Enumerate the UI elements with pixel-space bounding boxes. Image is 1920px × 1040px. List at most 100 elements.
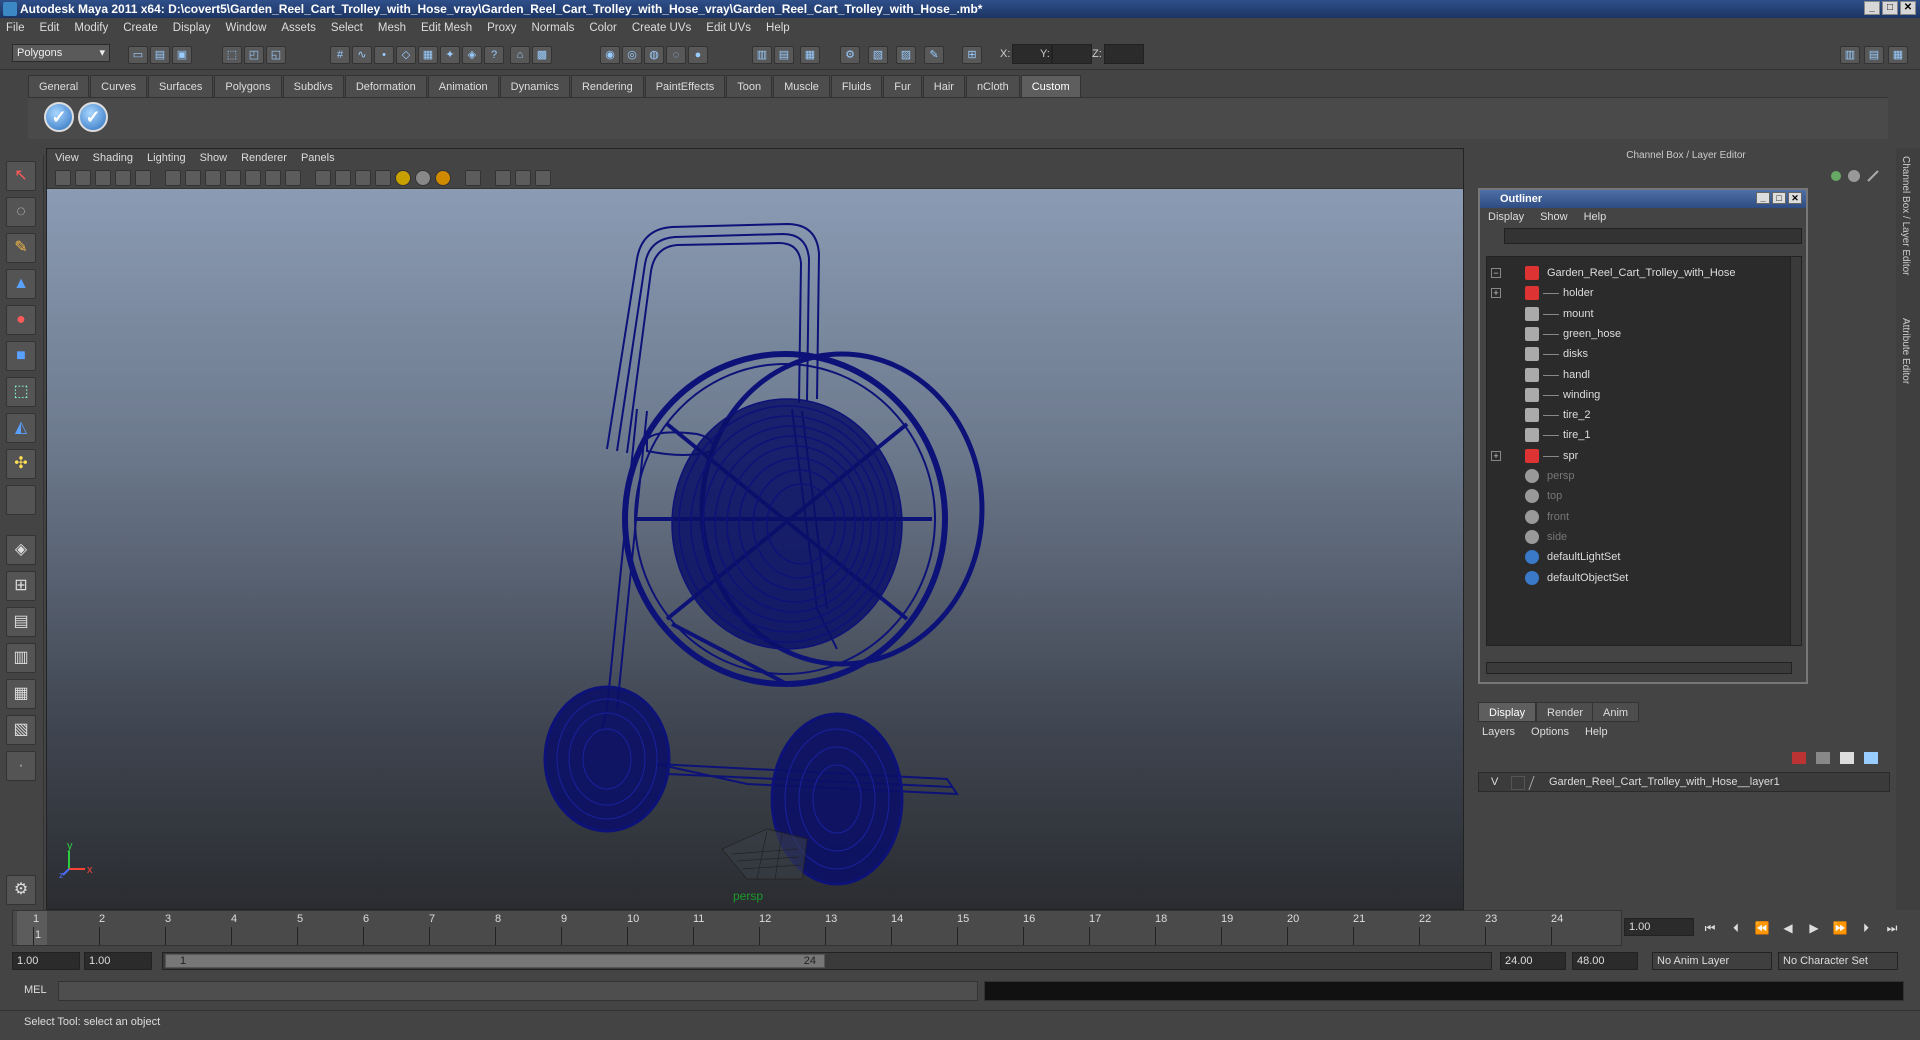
expand-icon[interactable]: + [1491,450,1501,461]
make-live-icon[interactable]: ✦ [440,46,460,64]
outliner-item-persp[interactable]: persp [1487,466,1777,486]
save-scene-icon[interactable]: ▣ [172,46,192,64]
render-view-icon[interactable]: ● [688,46,708,64]
z-input[interactable] [1104,44,1144,64]
channel-box-toggle-icon[interactable]: ▦ [800,46,820,64]
resolution-gate-icon[interactable] [205,170,221,186]
step-back-key-icon[interactable]: ⏴ [1728,920,1744,936]
render-settings-icon[interactable]: ◍ [644,46,664,64]
layer-menu-layers[interactable]: Layers [1482,726,1515,738]
scale-tool-icon[interactable]: ■ [6,341,36,371]
smooth-shade-icon[interactable] [335,170,351,186]
four-view-layout-icon[interactable]: ⊞ [6,571,36,601]
attribute-editor-toggle-icon[interactable]: ▤ [774,46,794,64]
outliner-item-winding[interactable]: winding [1487,385,1777,405]
outliner-item-tire-2[interactable]: tire_2 [1487,405,1777,425]
shelf-tab-ncloth[interactable]: nCloth [965,75,1020,97]
layer-tab-anim[interactable]: Anim [1592,702,1640,722]
xray-icon[interactable] [465,170,481,186]
animation-start-input[interactable]: 1.00 [12,952,80,970]
outliner-item-front[interactable]: front [1487,507,1777,527]
lasso-tool-icon[interactable]: ◌ [6,197,36,227]
anim-layer-dropdown[interactable]: No Anim Layer [1652,952,1772,970]
camera-attributes-icon[interactable] [75,170,91,186]
wireframe-icon[interactable] [315,170,331,186]
shelf-tab-deformation[interactable]: Deformation [344,75,427,97]
viewport-menu-lighting[interactable]: Lighting [147,152,186,164]
shelf-tab-muscle[interactable]: Muscle [773,75,830,97]
layer-menu-options[interactable]: Options [1531,726,1569,738]
select-component-icon[interactable]: ◱ [266,46,286,64]
image-plane-icon[interactable] [115,170,131,186]
menu-edit[interactable]: Edit [40,22,60,34]
custom-shelf-check-icon-2[interactable]: ✓ [78,102,108,132]
toggle-channel-box-icon[interactable]: ▦ [1888,46,1908,64]
snap-point-icon[interactable]: • [374,46,394,64]
collapse-icon[interactable]: − [1491,268,1501,278]
shelf-tab-toon[interactable]: Toon [726,75,773,97]
shelf-tab-rendering[interactable]: Rendering [570,75,644,97]
shelf-tab-surfaces[interactable]: Surfaces [147,75,214,97]
outliner-item-spr[interactable]: + spr [1487,446,1777,466]
persp-graph-layout-icon[interactable]: ▥ [6,643,36,673]
layer-tab-render[interactable]: Render [1536,702,1595,722]
shelf-tab-subdivs[interactable]: Subdivs [282,75,344,97]
layer-color-swatch[interactable] [1528,776,1546,790]
outliner-item-holder[interactable]: + holder [1487,283,1777,303]
minimize-button[interactable]: _ [1864,1,1880,15]
outliner-item-side[interactable]: side [1487,527,1777,547]
step-forward-frame-icon[interactable]: ⏩ [1832,920,1848,936]
time-slider[interactable]: 1 1 2 3 4 5 6 7 8 9 10 11 12 13 14 15 16 17 18 19 20 21 22 23 2… [12,910,1622,946]
menu-assets[interactable]: Assets [281,22,316,34]
menu-mesh[interactable]: Mesh [378,22,406,34]
menu-edit-mesh[interactable]: Edit Mesh [421,22,472,34]
viewport-menu-panels[interactable]: Panels [301,152,335,164]
move-tool-icon[interactable]: ▲ [6,269,36,299]
outliner-item-mount[interactable]: mount [1487,304,1777,324]
side-tab-attribute-editor[interactable]: Attribute Editor [1900,318,1911,384]
menu-help[interactable]: Help [766,22,790,34]
snap-surface-icon[interactable]: ◇ [396,46,416,64]
menu-modify[interactable]: Modify [74,22,108,34]
outliner-vertical-scrollbar[interactable] [1790,256,1802,646]
custom-shelf-check-icon-1[interactable]: ✓ [44,102,74,132]
wireframe-on-shaded-icon[interactable] [355,170,371,186]
shelf-tab-animation[interactable]: Animation [427,75,499,97]
single-perspective-layout-icon[interactable]: ◈ [6,535,36,565]
layer-menu-help[interactable]: Help [1585,726,1608,738]
paint-icon[interactable]: ✎ [924,46,944,64]
step-forward-key-icon[interactable]: ⏵ [1858,920,1874,936]
menu-set-dropdown[interactable]: Polygons [12,44,110,62]
close-button[interactable]: ✕ [1900,1,1916,15]
lock-icon[interactable]: ⌂ [510,46,530,64]
command-input[interactable] [58,981,978,1001]
sidebar-toggle-icon[interactable]: ▥ [752,46,772,64]
snap-grid-icon[interactable]: # [330,46,350,64]
menu-proxy[interactable]: Proxy [487,22,516,34]
shadows-icon[interactable] [415,170,431,186]
shelf-tab-fur[interactable]: Fur [883,75,922,97]
shelf-tab-general[interactable]: General [28,75,90,97]
go-to-end-icon[interactable]: ⏭ [1884,920,1900,936]
outliner-maximize-button[interactable]: □ [1772,192,1786,204]
layer-name[interactable]: Garden_Reel_Cart_Trolley_with_Hose__laye… [1549,776,1780,788]
use-all-lights-icon[interactable] [395,170,411,186]
xray-components-icon[interactable] [535,170,551,186]
menu-window[interactable]: Window [225,22,266,34]
safe-title-icon[interactable] [285,170,301,186]
two-d-pan-icon[interactable] [135,170,151,186]
viewport-menu-view[interactable]: View [55,152,79,164]
more-layouts-icon[interactable]: · [6,751,36,781]
outliner-item-top[interactable]: top [1487,486,1777,506]
outliner-menu-show[interactable]: Show [1540,211,1568,223]
playback-end-input[interactable]: 24.00 [1500,952,1566,970]
side-tab-channel-box[interactable]: Channel Box / Layer Editor [1900,156,1911,276]
menu-create[interactable]: Create [123,22,158,34]
layer-template-toggle[interactable] [1511,776,1525,790]
y-input[interactable] [1052,44,1092,64]
current-frame-indicator[interactable] [17,911,47,945]
shelf-tab-hair[interactable]: Hair [922,75,965,97]
layer-tab-display[interactable]: Display [1478,702,1537,722]
expand-icon[interactable]: + [1491,288,1501,299]
step-back-frame-icon[interactable]: ⏪ [1754,920,1770,936]
